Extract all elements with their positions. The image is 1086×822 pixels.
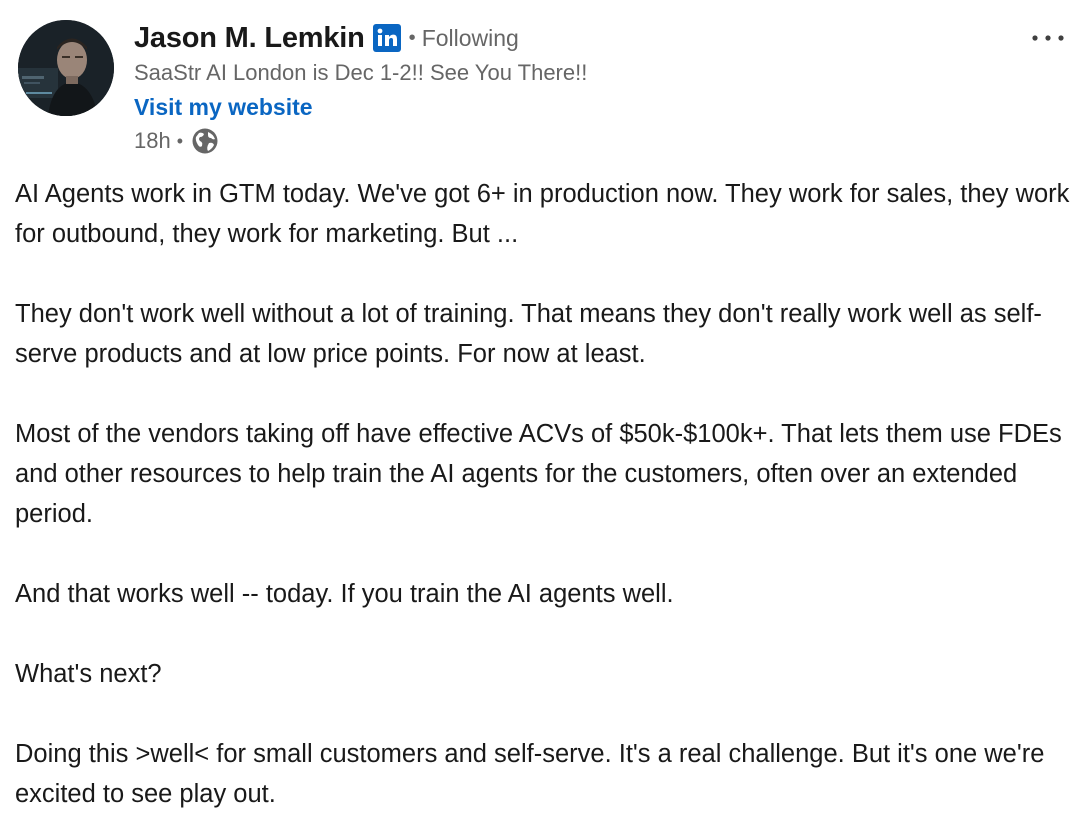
post-paragraph: And that works well -- today. If you tra… (15, 580, 674, 608)
separator-dot: • (408, 26, 416, 49)
post-paragraph: Doing this >well< for small customers an… (15, 740, 1045, 808)
following-status[interactable]: Following (422, 25, 519, 52)
author-block: Jason M. Lemkin • Following SaaStr AI Lo… (134, 18, 1014, 158)
post-body: AI Agents work in GTM today. We've got 6… (15, 174, 1075, 814)
post-paragraph: What's next? (15, 660, 162, 688)
separator-dot: • (176, 130, 184, 151)
globe-icon (191, 127, 219, 155)
post-header: Jason M. Lemkin • Following SaaStr AI Lo… (16, 18, 1070, 158)
post-paragraph: Most of the vendors taking off have effe… (15, 420, 1062, 528)
linkedin-icon (372, 24, 401, 52)
post-time[interactable]: 18h (134, 128, 171, 154)
more-options-button[interactable] (1026, 24, 1070, 52)
post-meta: 18h • (134, 124, 1014, 158)
author-name[interactable]: Jason M. Lemkin (134, 22, 365, 55)
author-headline: SaaStr AI London is Dec 1-2!! See You Th… (134, 60, 588, 85)
author-avatar[interactable] (18, 20, 114, 116)
more-options-icon (1032, 35, 1064, 41)
post-paragraph: They don't work well without a lot of tr… (15, 300, 1042, 368)
avatar-photo (18, 20, 114, 116)
visit-website-link[interactable]: Visit my website (134, 90, 313, 124)
post-paragraph: AI Agents work in GTM today. We've got 6… (15, 180, 1070, 248)
name-row: Jason M. Lemkin • Following (134, 18, 1014, 58)
